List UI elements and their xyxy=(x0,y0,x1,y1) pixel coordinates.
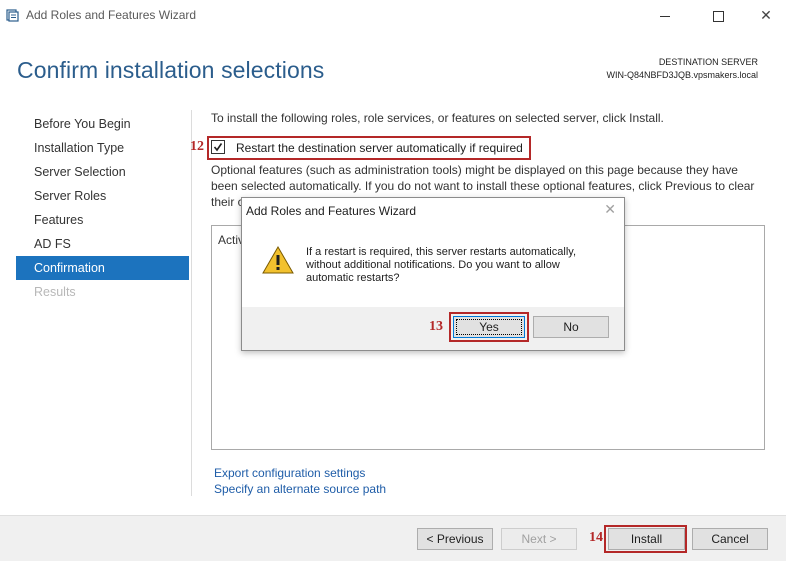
step-number-12: 12 xyxy=(190,139,204,154)
previous-button[interactable]: < Previous xyxy=(417,528,493,550)
destination-server-value: WIN-Q84NBFD3JQB.vpsmakers.local xyxy=(606,70,758,80)
nav-item-server-selection[interactable]: Server Selection xyxy=(16,160,189,184)
step-number-14: 14 xyxy=(589,530,603,545)
window-title: Add Roles and Features Wizard xyxy=(26,8,197,22)
export-configuration-link[interactable]: Export configuration settings xyxy=(214,466,365,480)
restart-checkbox-label[interactable]: Restart the destination server automatic… xyxy=(236,141,523,155)
next-button: Next > xyxy=(501,528,577,550)
nav-item-ad-fs[interactable]: AD FS xyxy=(16,232,189,256)
optional-text-line-2: been selected automatically. If you do n… xyxy=(211,179,755,193)
nav-item-server-roles[interactable]: Server Roles xyxy=(16,184,189,208)
minimize-icon[interactable] xyxy=(650,4,680,26)
nav-item-confirmation[interactable]: Confirmation xyxy=(16,256,189,280)
wizard-nav: Before You Begin Installation Type Serve… xyxy=(16,112,189,304)
title-bar: Add Roles and Features Wizard ✕ xyxy=(0,0,786,31)
focus-rectangle xyxy=(456,319,522,335)
step-number-13: 13 xyxy=(429,319,443,334)
dialog-title: Add Roles and Features Wizard xyxy=(246,204,417,218)
page-title: Confirm installation selections xyxy=(17,57,325,83)
nav-divider xyxy=(191,110,192,496)
nav-item-before-you-begin[interactable]: Before You Begin xyxy=(16,112,189,136)
close-icon[interactable]: ✕ xyxy=(751,4,781,26)
dialog-message: If a restart is required, this server re… xyxy=(306,246,576,284)
no-button[interactable]: No xyxy=(533,316,609,338)
alternate-source-path-link[interactable]: Specify an alternate source path xyxy=(214,482,386,496)
destination-server-label: DESTINATION SERVER xyxy=(658,57,758,67)
optional-text-line-1: Optional features (such as administratio… xyxy=(211,163,738,177)
dialog-close-icon[interactable]: ✕ xyxy=(604,201,616,218)
nav-item-results: Results xyxy=(34,285,76,299)
yes-button[interactable]: Yes xyxy=(453,316,525,338)
restart-confirmation-dialog: Add Roles and Features Wizard ✕ If a res… xyxy=(241,197,625,351)
nav-item-features[interactable]: Features xyxy=(16,208,189,232)
server-manager-icon xyxy=(6,8,20,22)
maximize-icon[interactable] xyxy=(703,4,733,26)
cancel-button[interactable]: Cancel xyxy=(692,528,768,550)
nav-item-installation-type[interactable]: Installation Type xyxy=(16,136,189,160)
install-button[interactable]: Install xyxy=(608,528,685,550)
intro-text: To install the following roles, role ser… xyxy=(211,111,664,125)
warning-icon xyxy=(262,245,294,280)
restart-checkbox[interactable] xyxy=(211,140,225,154)
